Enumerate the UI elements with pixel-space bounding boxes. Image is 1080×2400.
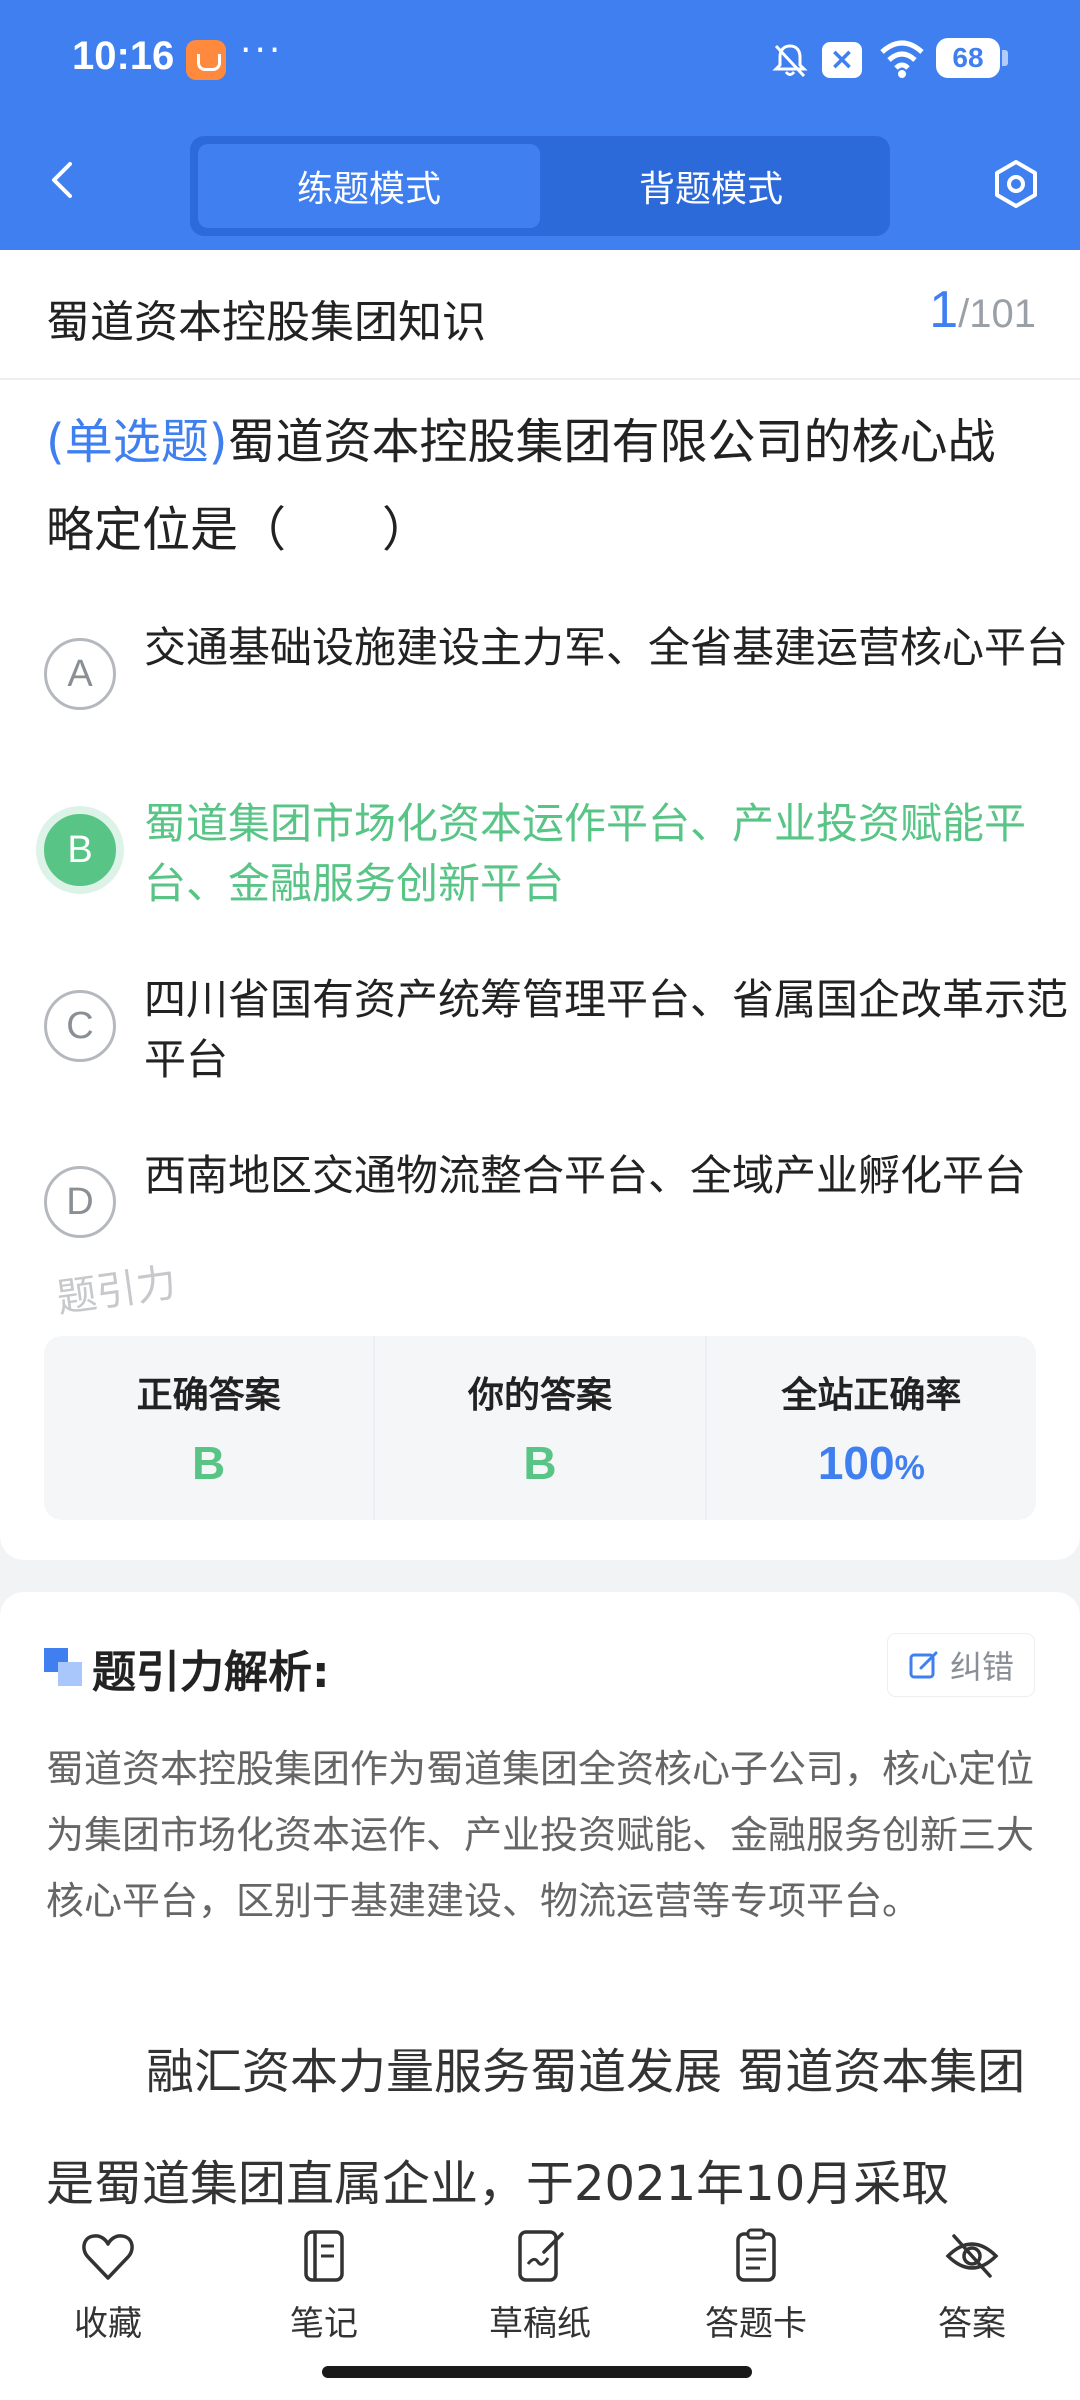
- answer-sheet-icon: [736, 2228, 776, 2282]
- draft-label: 草稿纸: [489, 2304, 591, 2344]
- option-text: 西南地区交通物流整合平台、全域产业孵化平台: [144, 1151, 1027, 1200]
- option-text: 蜀道集团市场化资本运作平台、产业投资赋能平台、金融服务创新平台: [144, 799, 1027, 908]
- tab-memorize-mode[interactable]: 背题模式: [540, 144, 882, 228]
- accuracy-label: 全站正确率: [781, 1375, 962, 1416]
- your-answer-col: 你的答案 B: [375, 1336, 707, 1520]
- question-header: 蜀道资本控股集团知识 1/101: [0, 250, 1080, 380]
- edit-icon: [909, 1651, 938, 1679]
- shopping-bag-icon: [186, 40, 226, 80]
- eye-off-icon: [945, 2234, 999, 2278]
- your-answer-label: 你的答案: [467, 1375, 612, 1416]
- analysis-title: 题引力解析:: [92, 1647, 330, 1698]
- option-b[interactable]: B 蜀道集团市场化资本运作平台、产业投资赋能平台、金融服务创新平台: [44, 794, 1044, 924]
- your-answer-value: B: [523, 1437, 557, 1489]
- correct-answer-col: 正确答案 B: [44, 1336, 376, 1520]
- bell-muted-icon: [772, 44, 808, 78]
- option-letter: C: [44, 990, 116, 1062]
- analysis-extra-text: 融汇资本力量服务蜀道发展 蜀道资本集团是蜀道集团直属企业，于2021年10月采取: [46, 2044, 1026, 2212]
- accuracy-unit: %: [894, 1449, 925, 1487]
- close-box-icon: ×: [822, 42, 862, 78]
- answer-summary: 正确答案 B 你的答案 B 全站正确率 100%: [44, 1336, 1036, 1520]
- answer-toggle-label: 答案: [938, 2304, 1006, 2344]
- wifi-icon: [880, 40, 924, 78]
- option-d[interactable]: D 西南地区交通物流整合平台、全域产业孵化平台: [44, 1146, 1044, 1276]
- back-arrow-icon[interactable]: [44, 160, 84, 200]
- accuracy-value: 100%: [818, 1436, 925, 1490]
- more-notifications-icon: ···: [240, 30, 284, 71]
- question-card: 蜀道资本控股集团知识 1/101 (单选题)蜀道资本控股集团有限公司的核心战略定…: [0, 250, 1080, 1560]
- option-letter: B: [44, 814, 116, 886]
- question-category: 蜀道资本控股集团知识: [46, 297, 486, 348]
- settings-hexagon-icon[interactable]: [990, 158, 1042, 210]
- status-time: 10:16: [72, 34, 175, 78]
- correct-answer-label: 正确答案: [136, 1375, 281, 1416]
- question-current: 1: [929, 281, 959, 339]
- question-counter: 1/101: [929, 280, 1036, 340]
- question-total: /101: [958, 292, 1036, 336]
- option-letter: A: [44, 638, 116, 710]
- analysis-text: 蜀道资本控股集团作为蜀道集团全资核心子公司，核心定位为集团市场化资本运作、产业投…: [46, 1747, 1035, 1923]
- heart-icon: [82, 2234, 134, 2280]
- analysis-card: 题引力解析: 纠错 蜀道资本控股集团作为蜀道集团全资核心子公司，核心定位为集团市…: [0, 1592, 1080, 2212]
- mode-switch: 练题模式 背题模式: [190, 136, 890, 236]
- question-text-block: (单选题)蜀道资本控股集团有限公司的核心战略定位是（ ）: [46, 398, 1036, 574]
- app-header: 10:16 ··· × 68 练题模式 背题模式: [0, 0, 1080, 250]
- answer-sheet-label: 答题卡: [705, 2304, 807, 2344]
- notes-label: 笔记: [290, 2304, 358, 2344]
- tab-practice-mode[interactable]: 练题模式: [198, 144, 540, 228]
- correct-answer-value: B: [192, 1437, 226, 1489]
- answer-toggle-button[interactable]: 答案: [864, 2212, 1080, 2400]
- favorite-label: 收藏: [74, 2304, 142, 2344]
- option-a[interactable]: A 交通基础设施建设主力军、全省基建运营核心平台: [44, 618, 1068, 748]
- accuracy-number: 100: [817, 1437, 895, 1489]
- accuracy-col: 全站正确率 100%: [707, 1336, 1036, 1520]
- option-c[interactable]: C 四川省国有资产统筹管理平台、省属国企改革示范平台: [44, 970, 1068, 1100]
- draft-icon: [518, 2230, 564, 2282]
- notebook-icon: [304, 2230, 344, 2282]
- status-bar: 10:16 ··· × 68: [0, 0, 1080, 120]
- option-text: 交通基础设施建设主力军、全省基建运营核心平台: [144, 623, 1069, 672]
- favorite-button[interactable]: 收藏: [0, 2212, 216, 2400]
- battery-indicator: 68: [936, 38, 1008, 78]
- home-indicator[interactable]: [322, 2366, 752, 2378]
- report-error-label: 纠错: [949, 1648, 1014, 1686]
- option-text: 四川省国有资产统筹管理平台、省属国企改革示范平台: [144, 975, 1069, 1084]
- analysis-squares-icon: [44, 1648, 84, 1688]
- question-type: (单选题): [46, 414, 228, 470]
- option-letter: D: [44, 1166, 116, 1238]
- report-error-button[interactable]: 纠错: [887, 1634, 1034, 1696]
